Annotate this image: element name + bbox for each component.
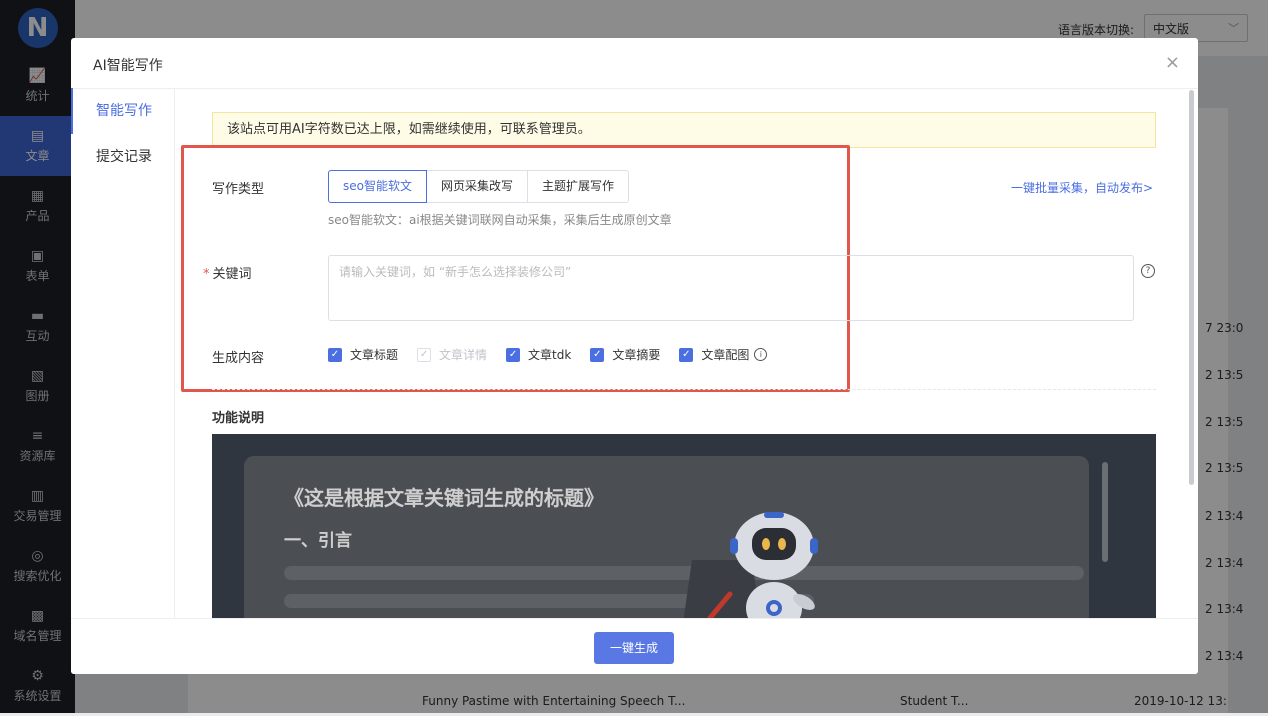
batch-collect-link[interactable]: 一键批量采集，自动发布> — [1011, 179, 1153, 196]
keyword-label-text: 关键词 — [212, 267, 252, 282]
keyword-label: * 关键词 — [203, 263, 252, 282]
checkbox-article-summary[interactable]: ✓ 文章摘要 — [590, 346, 660, 363]
help-icon[interactable]: ? — [1141, 264, 1155, 278]
modal-footer: 一键生成 — [71, 618, 1198, 674]
required-mark: * — [203, 267, 210, 282]
illustration-scrollbar — [1102, 462, 1108, 562]
section-divider — [212, 389, 1156, 390]
ai-writing-modal: AI智能写作 × 智能写作 提交记录 该站点可用AI字符数已达上限，如需继续使用… — [71, 38, 1198, 674]
tab-submit-records[interactable]: 提交记录 — [71, 134, 174, 180]
write-type-web-rewrite[interactable]: 网页采集改写 — [425, 170, 528, 203]
close-icon[interactable]: × — [1165, 52, 1180, 73]
modal-scrollbar[interactable] — [1189, 90, 1194, 485]
illustration-subheading: 一、引言 — [284, 531, 352, 551]
info-icon[interactable]: i — [754, 348, 768, 361]
check-icon: ✓ — [679, 347, 694, 362]
checkbox-label: 文章配图 — [701, 348, 750, 362]
generate-button[interactable]: 一键生成 — [594, 632, 674, 664]
generate-content-label: 生成内容 — [212, 351, 265, 366]
check-icon: ✓ — [328, 347, 342, 362]
checkbox-label: 文章tdk — [528, 348, 572, 362]
write-type-hint: seo智能软文：ai根据关键词联网自动采集，采集后生成原创文章 — [328, 213, 672, 227]
checkbox-article-tdk[interactable]: ✓ 文章tdk — [506, 346, 571, 363]
modal-header: AI智能写作 × — [71, 38, 1198, 89]
robot-icon — [683, 512, 818, 618]
vertical-tabs: 智能写作 提交记录 — [71, 88, 175, 618]
write-type-label: 写作类型 — [212, 182, 265, 197]
feature-illustration: 《这是根据文章关键词生成的标题》 一、引言 — [212, 434, 1156, 618]
write-type-topic-expand[interactable]: 主题扩展写作 — [527, 170, 630, 203]
checkbox-label: 文章标题 — [350, 348, 399, 362]
checkbox-label: 文章摘要 — [612, 348, 661, 362]
checkbox-article-image[interactable]: ✓ 文章配图 i — [679, 346, 768, 363]
quota-notice: 该站点可用AI字符数已达上限，如需继续使用，可联系管理员。 — [212, 112, 1156, 148]
illustration-heading: 《这是根据文章关键词生成的标题》 — [284, 486, 604, 510]
check-icon: ✓ — [590, 347, 605, 362]
tab-smart-writing[interactable]: 智能写作 — [71, 88, 174, 134]
modal-title: AI智能写作 — [93, 58, 163, 74]
checkbox-article-title[interactable]: ✓ 文章标题 — [328, 346, 398, 363]
checkbox-label: 文章详情 — [439, 348, 488, 362]
checkbox-article-detail: ✓ 文章详情 — [417, 346, 487, 363]
generate-content-checkboxes: ✓ 文章标题 ✓ 文章详情 ✓ 文章tdk ✓ 文章摘要 ✓ 文章配图 i — [328, 346, 768, 363]
modal-content: 该站点可用AI字符数已达上限，如需继续使用，可联系管理员。 写作类型 seo智能… — [175, 88, 1185, 618]
write-type-seo[interactable]: seo智能软文 — [328, 170, 427, 203]
keyword-input[interactable]: 请输入关键词，如 “新手怎么选择装修公司” — [328, 255, 1134, 321]
feature-description-title: 功能说明 — [212, 411, 265, 426]
check-icon: ✓ — [506, 347, 521, 362]
write-type-segmented: seo智能软文 网页采集改写 主题扩展写作 — [328, 170, 630, 203]
check-icon: ✓ — [417, 347, 432, 362]
